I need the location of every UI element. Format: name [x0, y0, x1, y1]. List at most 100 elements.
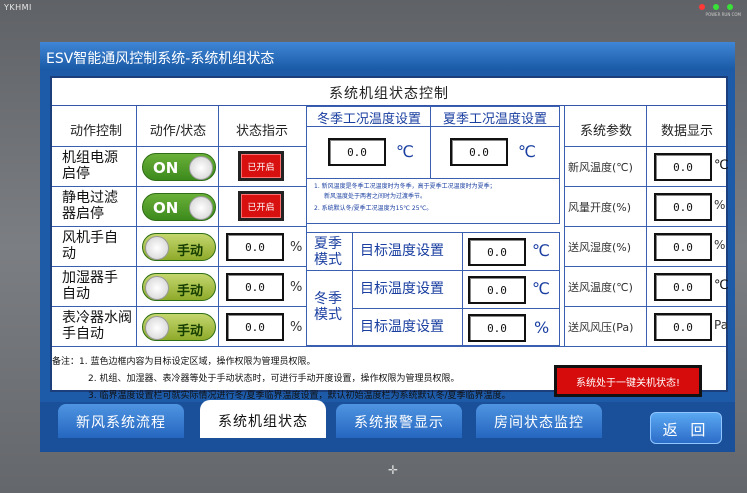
right-grid — [564, 146, 726, 147]
winter-target-unit-2: % — [534, 318, 550, 337]
valve-toggle-text: 手动 — [177, 324, 204, 339]
season-note-1b: 新风温度处于两者之间时为过渡季节。 — [324, 193, 427, 200]
panel-title: 系统机组状态控制 — [52, 78, 726, 106]
filter-indicator: 已开启 — [238, 191, 284, 221]
status-leds — [699, 4, 733, 10]
summer-temp-unit: ℃ — [518, 142, 536, 161]
winter-target-input-1[interactable]: 0.0 — [468, 276, 526, 304]
row-label-valve: 表冷器水阀手自动 — [62, 310, 132, 342]
row-label-filter: 静电过滤器启停 — [62, 190, 118, 222]
left-grid — [218, 106, 219, 346]
toggle-knob-icon — [145, 276, 169, 300]
winter-target-label-1: 目标温度设置 — [360, 281, 444, 297]
row-label-fan: 风机手自动 — [62, 230, 118, 262]
run-led-icon — [713, 4, 719, 10]
winter-target-input-2[interactable]: 0.0 — [468, 314, 526, 342]
right-grid — [564, 226, 726, 227]
season-note-2: 2. 系统默认冬/夏季工况温度为15℃ 25℃。 — [314, 205, 433, 212]
hmi-screen: ESV智能通风控制系统-系统机组状态 系统机组状态控制 动作控制 动作/状态 状… — [40, 42, 735, 452]
com-led-icon — [727, 4, 733, 10]
fan-opening-input[interactable]: 0.0 — [226, 233, 284, 261]
valve-manual-toggle[interactable]: 手动 — [142, 313, 216, 341]
power-indicator-text: 已开启 — [241, 154, 281, 178]
humidifier-opening-input[interactable]: 0.0 — [226, 273, 284, 301]
param-label-air-volume: 风量开度(%) — [568, 201, 632, 214]
right-grid — [564, 186, 726, 187]
supply-humidity-unit: % — [714, 238, 726, 252]
row-label-power: 机组电源启停 — [62, 150, 118, 182]
toggle-knob-icon — [145, 316, 169, 340]
humidifier-toggle-text: 手动 — [177, 284, 204, 299]
power-toggle[interactable]: ON — [142, 153, 216, 181]
filter-indicator-text: 已开启 — [241, 194, 281, 218]
winter-mode-label: 冬季模式 — [314, 291, 342, 323]
tab-alarm-display[interactable]: 系统报警显示 — [336, 404, 462, 438]
right-grid — [564, 306, 726, 307]
toggle-knob-icon — [145, 236, 169, 260]
header-system-params: 系统参数 — [579, 124, 632, 139]
middle-grid — [306, 270, 560, 271]
season-note-1: 1. 新风温度是冬季工况温度时为冬季，高于夏季工况温度时为夏季； — [314, 183, 496, 190]
tab-unit-status[interactable]: 系统机组状态 — [200, 400, 326, 438]
fan-manual-toggle[interactable]: 手动 — [142, 233, 216, 261]
left-grid — [52, 146, 306, 147]
left-grid — [52, 186, 306, 187]
alarm-text: 系统处于一键关机状态! — [557, 368, 699, 394]
power-led-icon — [699, 4, 705, 10]
param-label-supply-humidity: 送风湿度(%) — [568, 241, 632, 254]
fan-toggle-text: 手动 — [177, 244, 204, 259]
summer-target-label: 目标温度设置 — [360, 243, 444, 259]
window-title: ESV智能通风控制系统-系统机组状态 — [40, 42, 735, 70]
right-grid — [564, 266, 726, 267]
middle-grid — [306, 178, 560, 179]
fresh-temp-unit: ℃ — [714, 158, 729, 173]
remark-2: 2. 机组、加湿器、表冷器等处于手动状态时，可进行手动开度设置，操作权限为管理员… — [88, 374, 460, 384]
tab-fresh-air-flow[interactable]: 新风系统流程 — [58, 404, 184, 438]
valve-unit: % — [290, 320, 303, 335]
filter-toggle[interactable]: ON — [142, 193, 216, 221]
summer-target-unit: ℃ — [532, 241, 550, 260]
power-indicator: 已开启 — [238, 151, 284, 181]
row-label-humidifier: 加湿器手自动 — [62, 270, 118, 302]
supply-pressure-display: 0.0 — [654, 313, 712, 341]
remark-1: 备注：1. 蓝色边框内容为目标设定区域，操作权限为管理员权限。 — [52, 357, 316, 367]
param-label-fresh-temp: 新风温度(℃) — [568, 161, 633, 174]
param-label-supply-temp: 送风温度(℃) — [568, 281, 633, 294]
humidifier-unit: % — [290, 280, 303, 295]
supply-pressure-unit: Pa — [714, 318, 729, 332]
remarks: 备注：1. 蓝色边框内容为目标设定区域，操作权限为管理员权限。 2. 机组、加湿… — [52, 354, 511, 405]
toggle-knob-icon — [189, 196, 213, 220]
header-action-status: 动作/状态 — [149, 124, 207, 139]
fresh-temp-display: 0.0 — [654, 153, 712, 181]
winter-temp-header: 冬季工况温度设置 — [316, 112, 421, 127]
param-label-supply-pressure: 送风风压(Pa) — [568, 321, 634, 334]
valve-opening-input[interactable]: 0.0 — [226, 313, 284, 341]
system-status-alarm: 系统处于一键关机状态! — [554, 365, 702, 397]
tab-room-monitor[interactable]: 房间状态监控 — [476, 404, 602, 438]
back-button[interactable]: 返 回 — [650, 412, 722, 444]
supply-humidity-display: 0.0 — [654, 233, 712, 261]
left-grid — [52, 226, 306, 227]
move-handle-icon: ✛ — [388, 463, 399, 477]
header-action-control: 动作控制 — [69, 124, 122, 139]
header-status-indicator: 状态指示 — [235, 124, 288, 139]
toggle-knob-icon — [189, 156, 213, 180]
unit-status-panel: 系统机组状态控制 动作控制 动作/状态 状态指示 机组电源启停 ON 已开启 静… — [50, 76, 729, 392]
humidifier-manual-toggle[interactable]: 手动 — [142, 273, 216, 301]
air-volume-display: 0.0 — [654, 193, 712, 221]
brand-logo: YKHMI — [4, 3, 32, 12]
panel-bottom-line — [52, 346, 726, 347]
fan-unit: % — [290, 240, 303, 255]
winter-target-unit-1: ℃ — [532, 279, 550, 298]
summer-temp-input[interactable]: 0.0 — [450, 138, 508, 166]
winter-temp-input[interactable]: 0.0 — [328, 138, 386, 166]
summer-target-input[interactable]: 0.0 — [468, 238, 526, 266]
led-labels: POWER RUN COM — [705, 12, 741, 17]
middle-grid — [352, 308, 560, 309]
left-grid — [52, 266, 306, 267]
supply-temp-unit: ℃ — [714, 278, 729, 293]
air-volume-unit: % — [714, 198, 726, 212]
supply-temp-display: 0.0 — [654, 273, 712, 301]
middle-grid — [430, 106, 431, 178]
header-data-display: 数据显示 — [660, 124, 713, 139]
